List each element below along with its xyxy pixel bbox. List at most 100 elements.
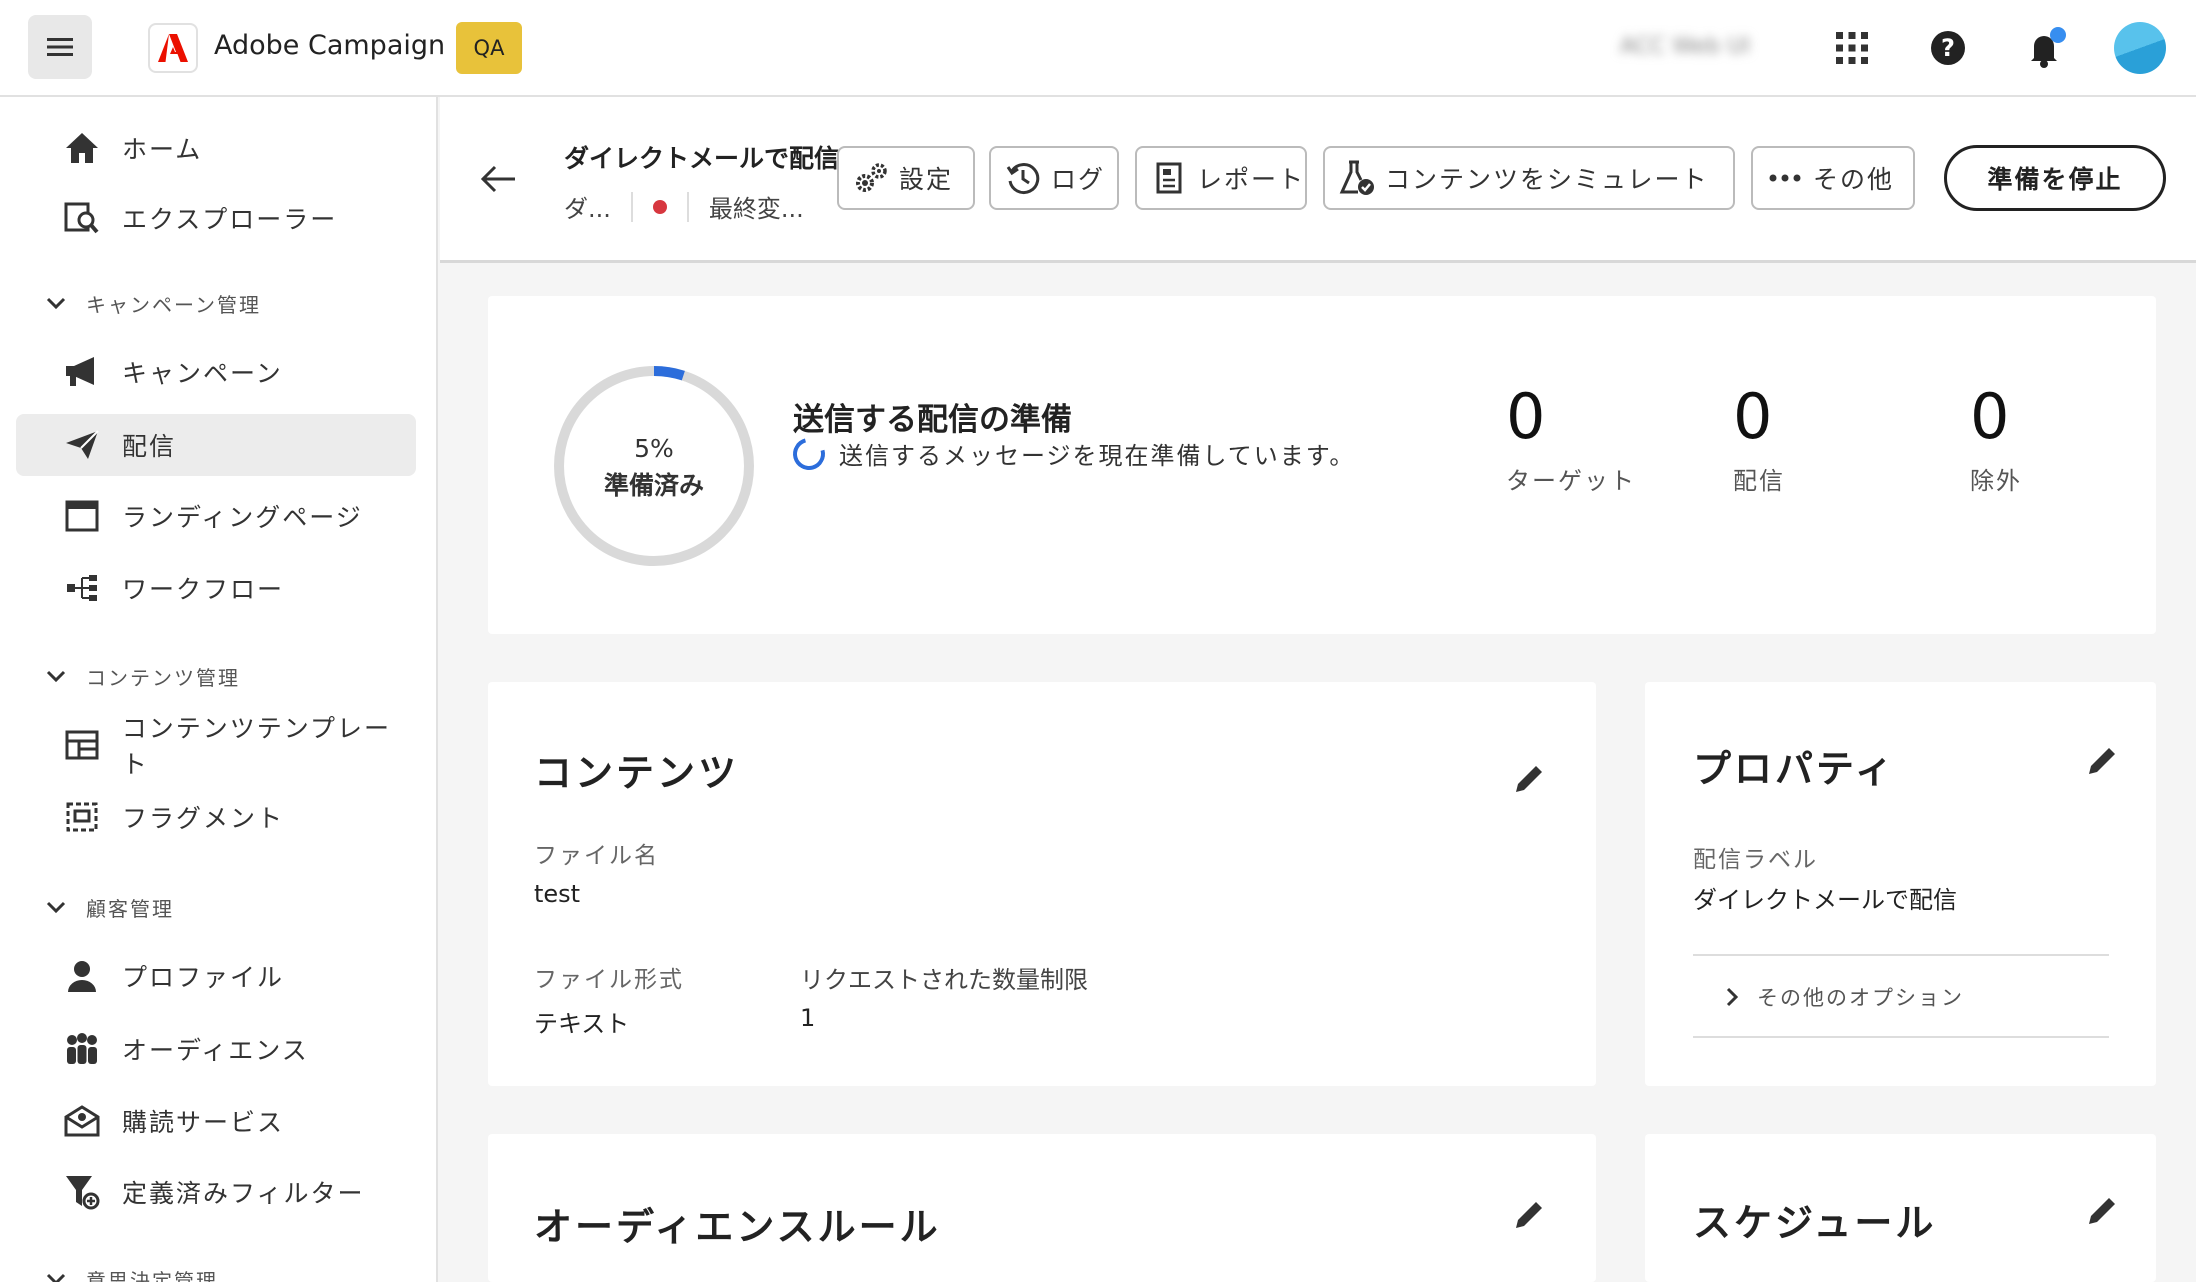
sidebar-item-label: 配信: [122, 432, 177, 461]
sidebar-item-audiences[interactable]: オーディエンス: [16, 1018, 416, 1080]
sidebar-item-campaigns[interactable]: キャンペーン: [16, 341, 416, 403]
audience-icon: [62, 1029, 102, 1069]
sidebar-item-label: ホーム: [122, 135, 203, 164]
simulate-label: コンテンツをシミュレート: [1385, 165, 1709, 194]
properties-card: プロパティ 配信ラベル ダイレクトメールで配信 その他のオプション: [1645, 682, 2156, 1086]
apps-grid-button[interactable]: [1828, 24, 1876, 72]
sidebar-item-predefined-filters[interactable]: 定義済みフィルター: [16, 1161, 416, 1223]
preparation-status: 送信するメッセージを現在準備しています。: [787, 431, 1356, 476]
stop-preparation-button[interactable]: 準備を停止: [1944, 145, 2166, 211]
chevron-down-icon: [46, 297, 66, 310]
sidebar-item-label: キャンペーン: [122, 359, 283, 388]
sidebar-item-label: オーディエンス: [122, 1036, 309, 1065]
edit-content-button[interactable]: [1510, 760, 1548, 798]
sidebar-item-landing-pages[interactable]: ランディングページ: [16, 485, 416, 547]
preparation-summary-card: 5% 準備済み 送信する配信の準備 送信するメッセージを現在準備しています。 0…: [488, 296, 2156, 634]
report-icon: [1151, 160, 1187, 196]
sidebar-item-profiles[interactable]: プロファイル: [16, 945, 416, 1007]
stat-value: 0: [1733, 380, 1773, 453]
top-bar: Adobe Campaign QA ACC Web UI ?: [0, 0, 2196, 97]
profile-icon: [62, 956, 102, 996]
pencil-icon: [1516, 766, 1542, 792]
pencil-icon: [2089, 748, 2115, 774]
home-icon: [62, 128, 102, 168]
card-title: コンテンツ: [534, 751, 740, 795]
bell-icon: [2031, 27, 2066, 68]
notifications-button[interactable]: [2020, 24, 2068, 72]
more-options-label: その他のオプション: [1757, 986, 1964, 1010]
delivery-header: ダイレクトメールで配信 ダ... 最終変... 設定 ログ レポート コンテンツ…: [440, 97, 2196, 263]
file-name-label: ファイル名: [534, 843, 659, 869]
simulate-content-button[interactable]: コンテンツをシミュレート: [1323, 146, 1735, 210]
adobe-logo[interactable]: [148, 23, 198, 73]
sidebar-section-label: コンテンツ管理: [86, 665, 240, 690]
sidebar-section-content[interactable]: コンテンツ管理: [46, 656, 240, 696]
more-horizontal-icon: [1767, 160, 1803, 196]
chevron-down-icon: [46, 901, 66, 914]
content-card: コンテンツ ファイル名 test ファイル形式 テキスト リクエストされた数量制…: [488, 682, 1596, 1086]
stat-value: 0: [1506, 380, 1546, 453]
sidebar-section-label: キャンペーン管理: [86, 292, 261, 317]
more-label: その他: [1813, 165, 1895, 194]
back-button[interactable]: [476, 157, 520, 201]
stat-excluded: 0 除外: [1970, 380, 2022, 496]
edit-schedule-button[interactable]: [2083, 1192, 2121, 1230]
arrow-left-icon: [480, 165, 515, 193]
stat-label: 配信: [1733, 467, 1785, 495]
meta-short-label: ダ...: [564, 195, 611, 223]
workflow-icon: [62, 568, 102, 608]
sidebar-section-label: 意思決定管理: [86, 1268, 218, 1282]
card-title: プロパティ: [1693, 747, 1896, 791]
preparation-status-text: 送信するメッセージを現在準備しています。: [839, 442, 1356, 470]
sidebar-item-label: コンテンツテンプレート: [121, 714, 391, 779]
sidebar-item-home[interactable]: ホーム: [16, 117, 416, 179]
status-dot: [652, 199, 667, 214]
help-button[interactable]: ?: [1924, 24, 1972, 72]
user-avatar[interactable]: [2114, 22, 2166, 74]
edit-properties-button[interactable]: [2083, 742, 2121, 780]
subscription-icon: [62, 1101, 102, 1141]
sidebar-item-deliveries[interactable]: 配信: [16, 414, 416, 476]
sidebar-item-label: プロファイル: [122, 963, 285, 992]
loading-spinner-icon: [787, 431, 831, 476]
settings-button[interactable]: 設定: [837, 146, 975, 210]
log-label: ログ: [1051, 165, 1106, 194]
schedule-card: スケジュール: [1645, 1134, 2156, 1282]
megaphone-icon: [62, 352, 102, 392]
card-title: オーディエンスルール: [534, 1205, 941, 1249]
help-icon: ?: [1931, 31, 1965, 65]
log-button[interactable]: ログ: [989, 146, 1119, 210]
file-format-label: ファイル形式: [534, 967, 684, 993]
divider: [1693, 954, 2109, 956]
report-button[interactable]: レポート: [1135, 146, 1307, 210]
edit-audience-button[interactable]: [1510, 1196, 1548, 1234]
template-icon: [62, 725, 102, 765]
sidebar-item-label: 購読サービス: [122, 1108, 285, 1137]
chevron-down-icon: [46, 670, 66, 683]
more-options-toggle[interactable]: その他のオプション: [1725, 982, 1964, 1012]
stat-target: 0 ターゲット: [1506, 380, 1636, 496]
org-name[interactable]: ACC Web UI: [1620, 34, 1750, 59]
divider: [630, 191, 633, 222]
sidebar-item-content-templates[interactable]: コンテンツテンプレート: [16, 714, 416, 779]
sidebar-section-campaign[interactable]: キャンペーン管理: [46, 283, 261, 323]
sidebar-section-decisioning[interactable]: 意思決定管理: [46, 1259, 218, 1282]
header-meta: ダ... 最終変...: [564, 189, 804, 224]
more-button[interactable]: その他: [1751, 146, 1915, 210]
app-name: Adobe Campaign: [214, 30, 446, 61]
environment-badge: QA: [456, 22, 522, 74]
card-title: スケジュール: [1693, 1201, 1937, 1245]
file-format-value: テキスト: [534, 1010, 630, 1038]
sidebar-item-workflows[interactable]: ワークフロー: [16, 557, 416, 619]
hamburger-icon: [47, 38, 73, 56]
sidebar-section-customer[interactable]: 顧客管理: [46, 887, 174, 927]
menu-toggle-button[interactable]: [28, 15, 92, 79]
sidebar-item-label: フラグメント: [122, 804, 285, 833]
quantity-limit-label: リクエストされた数量制限: [800, 966, 1088, 994]
sidebar-item-subscription-services[interactable]: 購読サービス: [16, 1090, 416, 1152]
last-modified-label: 最終変...: [708, 195, 804, 223]
history-icon: [1005, 160, 1041, 196]
sidebar-item-fragments[interactable]: フラグメント: [16, 786, 416, 848]
sidebar-item-explorer[interactable]: エクスプローラー: [16, 187, 416, 249]
sidebar: ホーム エクスプローラー キャンペーン管理 キャンペーン 配信 ランディングペー…: [0, 97, 438, 1282]
